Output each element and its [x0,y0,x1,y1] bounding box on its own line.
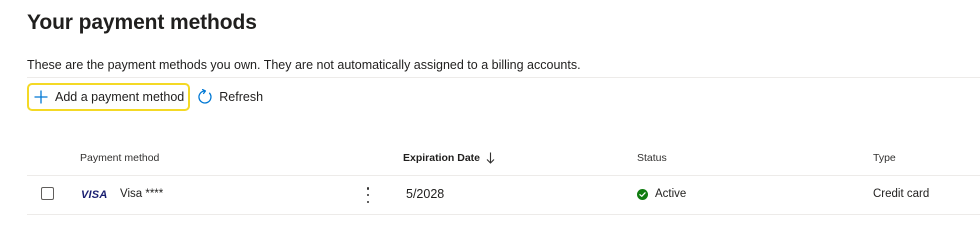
more-options-icon[interactable] [363,187,373,203]
add-payment-method-label: Add a payment method [55,90,185,104]
add-payment-method-button[interactable]: Add a payment method [27,83,191,111]
column-header-expiration-date[interactable]: Expiration Date [403,152,495,164]
column-header-expiration-date-label: Expiration Date [403,152,481,164]
column-header-status[interactable]: Status [637,152,667,164]
divider [27,77,980,78]
table-header: Payment method Expiration Date Status Ty… [27,141,980,176]
refresh-icon [197,89,213,105]
sort-descending-icon [486,152,495,164]
table-row[interactable]: VISA Visa **** 5/2028 Active Credit card [27,176,980,215]
row-select-checkbox[interactable] [41,187,54,200]
visa-logo: VISA [81,189,108,201]
plus-icon [33,89,49,105]
expiration-date-value: 5/2028 [406,187,445,201]
page-description: These are the payment methods you own. T… [27,58,581,72]
refresh-label: Refresh [219,90,264,104]
page-title: Your payment methods [27,11,257,34]
checkmark-circle-icon [637,188,648,200]
status-label: Active [655,188,687,200]
refresh-button[interactable]: Refresh [192,83,269,111]
column-header-type[interactable]: Type [873,152,896,164]
payment-method-name: Visa **** [120,188,164,200]
column-header-payment-method[interactable]: Payment method [80,152,159,164]
toolbar: Add a payment method Refresh [27,82,269,112]
payment-methods-page: Your payment methods These are the payme… [0,0,980,241]
payment-methods-table: Payment method Expiration Date Status Ty… [27,141,980,215]
status-value: Active [637,188,686,200]
type-value: Credit card [873,188,930,200]
